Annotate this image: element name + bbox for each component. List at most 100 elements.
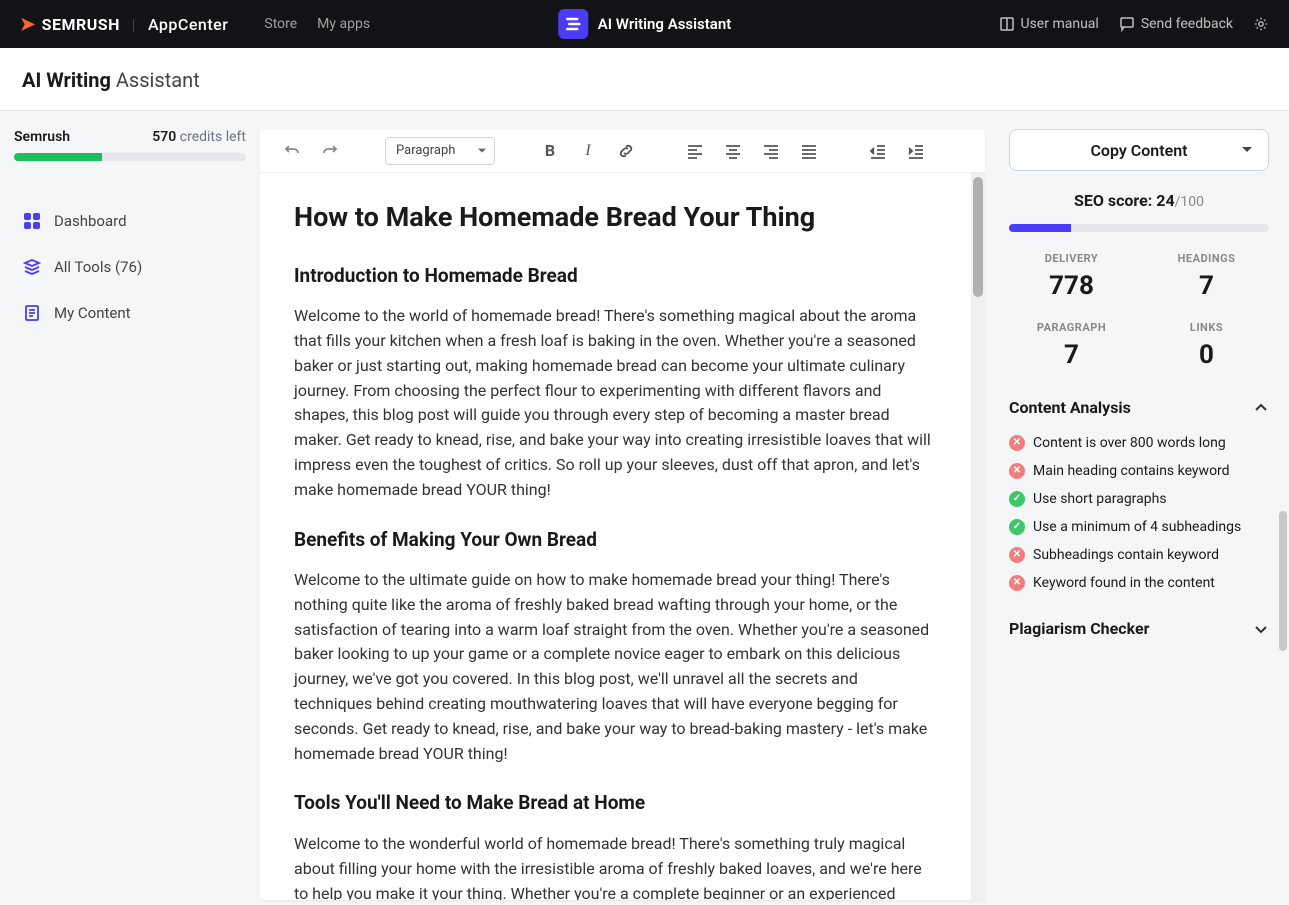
analysis-text: Use a minimum of 4 subheadings bbox=[1033, 519, 1241, 535]
analysis-text: Main heading contains keyword bbox=[1033, 463, 1230, 479]
page-title-strong: AI Writing bbox=[22, 68, 111, 92]
editor-scrollbar-thumb[interactable] bbox=[973, 177, 983, 297]
settings-button[interactable] bbox=[1253, 16, 1269, 32]
user-manual-link[interactable]: User manual bbox=[999, 16, 1099, 32]
chevron-down-icon bbox=[1253, 621, 1269, 637]
sidebar-item-label: My Content bbox=[54, 304, 131, 322]
credits-row: Semrush 570 credits left bbox=[14, 129, 246, 145]
status-good-icon: ✓ bbox=[1009, 491, 1025, 507]
flame-icon: ➤ bbox=[20, 14, 36, 35]
editor-card: Paragraph B I bbox=[260, 129, 985, 900]
copy-content-label: Copy Content bbox=[1090, 141, 1187, 160]
editor-scrollbar[interactable] bbox=[971, 173, 985, 900]
nav-myapps[interactable]: My apps bbox=[317, 16, 370, 32]
metrics-grid: DELIVERY 778 HEADINGS 7 PARAGRAPH 7 LINK… bbox=[1009, 252, 1269, 370]
analysis-text: Content is over 800 words long bbox=[1033, 435, 1226, 451]
style-select[interactable]: Paragraph bbox=[385, 137, 495, 165]
send-feedback-label: Send feedback bbox=[1141, 16, 1233, 32]
analysis-item: ✕ Content is over 800 words long bbox=[1009, 435, 1269, 451]
user-manual-label: User manual bbox=[1021, 16, 1099, 32]
align-right-button[interactable] bbox=[757, 137, 785, 165]
brand-divider: | bbox=[132, 15, 136, 34]
sidebar-item-label: Dashboard bbox=[54, 212, 127, 230]
dashboard-icon bbox=[22, 211, 42, 231]
doc-h2: Tools You'll Need to Make Bread at Home bbox=[294, 788, 937, 817]
doc-paragraph: Welcome to the ultimate guide on how to … bbox=[294, 568, 937, 766]
brand[interactable]: ➤ SEMRUSH | AppCenter bbox=[20, 14, 228, 35]
metric-headings: HEADINGS 7 bbox=[1144, 252, 1269, 301]
italic-button[interactable]: I bbox=[574, 137, 602, 165]
gear-icon bbox=[1253, 16, 1269, 32]
analysis-text: Use short paragraphs bbox=[1033, 491, 1167, 507]
content-analysis-section: Content Analysis ✕ Content is over 800 w… bbox=[1009, 390, 1269, 591]
bold-button[interactable]: B bbox=[536, 137, 564, 165]
status-bad-icon: ✕ bbox=[1009, 463, 1025, 479]
doc-h2: Benefits of Making Your Own Bread bbox=[294, 525, 937, 554]
sidebar-nav: Dashboard All Tools (76) My Content bbox=[14, 201, 246, 333]
align-left-button[interactable] bbox=[681, 137, 709, 165]
seo-score-fill bbox=[1009, 224, 1071, 232]
indent-button[interactable] bbox=[902, 137, 930, 165]
sidebar-item-label: All Tools (76) bbox=[54, 258, 142, 276]
analysis-item: ✕ Subheadings contain keyword bbox=[1009, 547, 1269, 563]
brand-main: SEMRUSH bbox=[42, 15, 120, 34]
metric-delivery: DELIVERY 778 bbox=[1009, 252, 1134, 301]
undo-button[interactable] bbox=[278, 137, 306, 165]
plagiarism-title: Plagiarism Checker bbox=[1009, 619, 1150, 638]
stack-icon bbox=[22, 257, 42, 277]
seo-score-text: SEO score: 24/100 bbox=[1009, 191, 1269, 210]
credits-account: Semrush bbox=[14, 129, 70, 145]
app-name: AI Writing Assistant bbox=[598, 15, 732, 33]
rightpanel: Copy Content SEO score: 24/100 DELIVERY … bbox=[989, 111, 1289, 900]
sidebar-item-mycontent[interactable]: My Content bbox=[14, 293, 246, 333]
sidebar-item-dashboard[interactable]: Dashboard bbox=[14, 201, 246, 241]
status-bad-icon: ✕ bbox=[1009, 435, 1025, 451]
toolbar: Paragraph B I bbox=[260, 129, 985, 173]
top-nav: Store My apps bbox=[264, 16, 370, 32]
doc-h2: Introduction to Homemade Bread bbox=[294, 261, 937, 290]
metric-paragraph: PARAGRAPH 7 bbox=[1009, 321, 1134, 370]
chat-icon bbox=[1119, 16, 1135, 32]
top-right: User manual Send feedback bbox=[999, 16, 1270, 32]
nav-store[interactable]: Store bbox=[264, 16, 297, 32]
status-bad-icon: ✕ bbox=[1009, 575, 1025, 591]
analysis-item: ✕ Keyword found in the content bbox=[1009, 575, 1269, 591]
plagiarism-toggle[interactable]: Plagiarism Checker bbox=[1009, 611, 1269, 646]
outdent-button[interactable] bbox=[864, 137, 892, 165]
credits-bar bbox=[14, 153, 246, 161]
book-icon bbox=[999, 16, 1015, 32]
doc-paragraph: Welcome to the world of homemade bread! … bbox=[294, 304, 937, 502]
metric-links: LINKS 0 bbox=[1144, 321, 1269, 370]
status-good-icon: ✓ bbox=[1009, 519, 1025, 535]
seo-score-bar bbox=[1009, 224, 1269, 232]
editor-area: Paragraph B I bbox=[260, 111, 989, 900]
doc-paragraph: Welcome to the wonderful world of homema… bbox=[294, 832, 937, 900]
analysis-item: ✓ Use short paragraphs bbox=[1009, 491, 1269, 507]
align-justify-button[interactable] bbox=[795, 137, 823, 165]
page-title: AI Writing Assistant bbox=[22, 68, 1267, 92]
document-icon bbox=[22, 303, 42, 323]
seo-score-block: SEO score: 24/100 bbox=[1009, 191, 1269, 232]
redo-button[interactable] bbox=[316, 137, 344, 165]
align-center-button[interactable] bbox=[719, 137, 747, 165]
copy-content-button[interactable]: Copy Content bbox=[1009, 129, 1269, 171]
sidebar-item-alltools[interactable]: All Tools (76) bbox=[14, 247, 246, 287]
credits-bar-fill bbox=[14, 153, 102, 161]
link-button[interactable] bbox=[612, 137, 640, 165]
app-icon bbox=[558, 9, 588, 39]
editor-body[interactable]: How to Make Homemade Bread Your Thing In… bbox=[260, 173, 971, 900]
analysis-item: ✓ Use a minimum of 4 subheadings bbox=[1009, 519, 1269, 535]
rightpanel-scrollbar-thumb[interactable] bbox=[1279, 511, 1287, 651]
app-title-group: AI Writing Assistant bbox=[558, 9, 732, 39]
credits-value: 570 credits left bbox=[152, 129, 246, 145]
analysis-list: ✕ Content is over 800 words long ✕ Main … bbox=[1009, 435, 1269, 591]
plagiarism-section: Plagiarism Checker bbox=[1009, 611, 1269, 646]
status-bad-icon: ✕ bbox=[1009, 547, 1025, 563]
send-feedback-link[interactable]: Send feedback bbox=[1119, 16, 1233, 32]
sidebar: Semrush 570 credits left Dashboard All T… bbox=[0, 111, 260, 900]
editor-scroll-wrap: How to Make Homemade Bread Your Thing In… bbox=[260, 173, 985, 900]
layout: Semrush 570 credits left Dashboard All T… bbox=[0, 111, 1289, 900]
chevron-up-icon bbox=[1253, 400, 1269, 416]
analysis-text: Subheadings contain keyword bbox=[1033, 547, 1219, 563]
content-analysis-toggle[interactable]: Content Analysis bbox=[1009, 390, 1269, 425]
